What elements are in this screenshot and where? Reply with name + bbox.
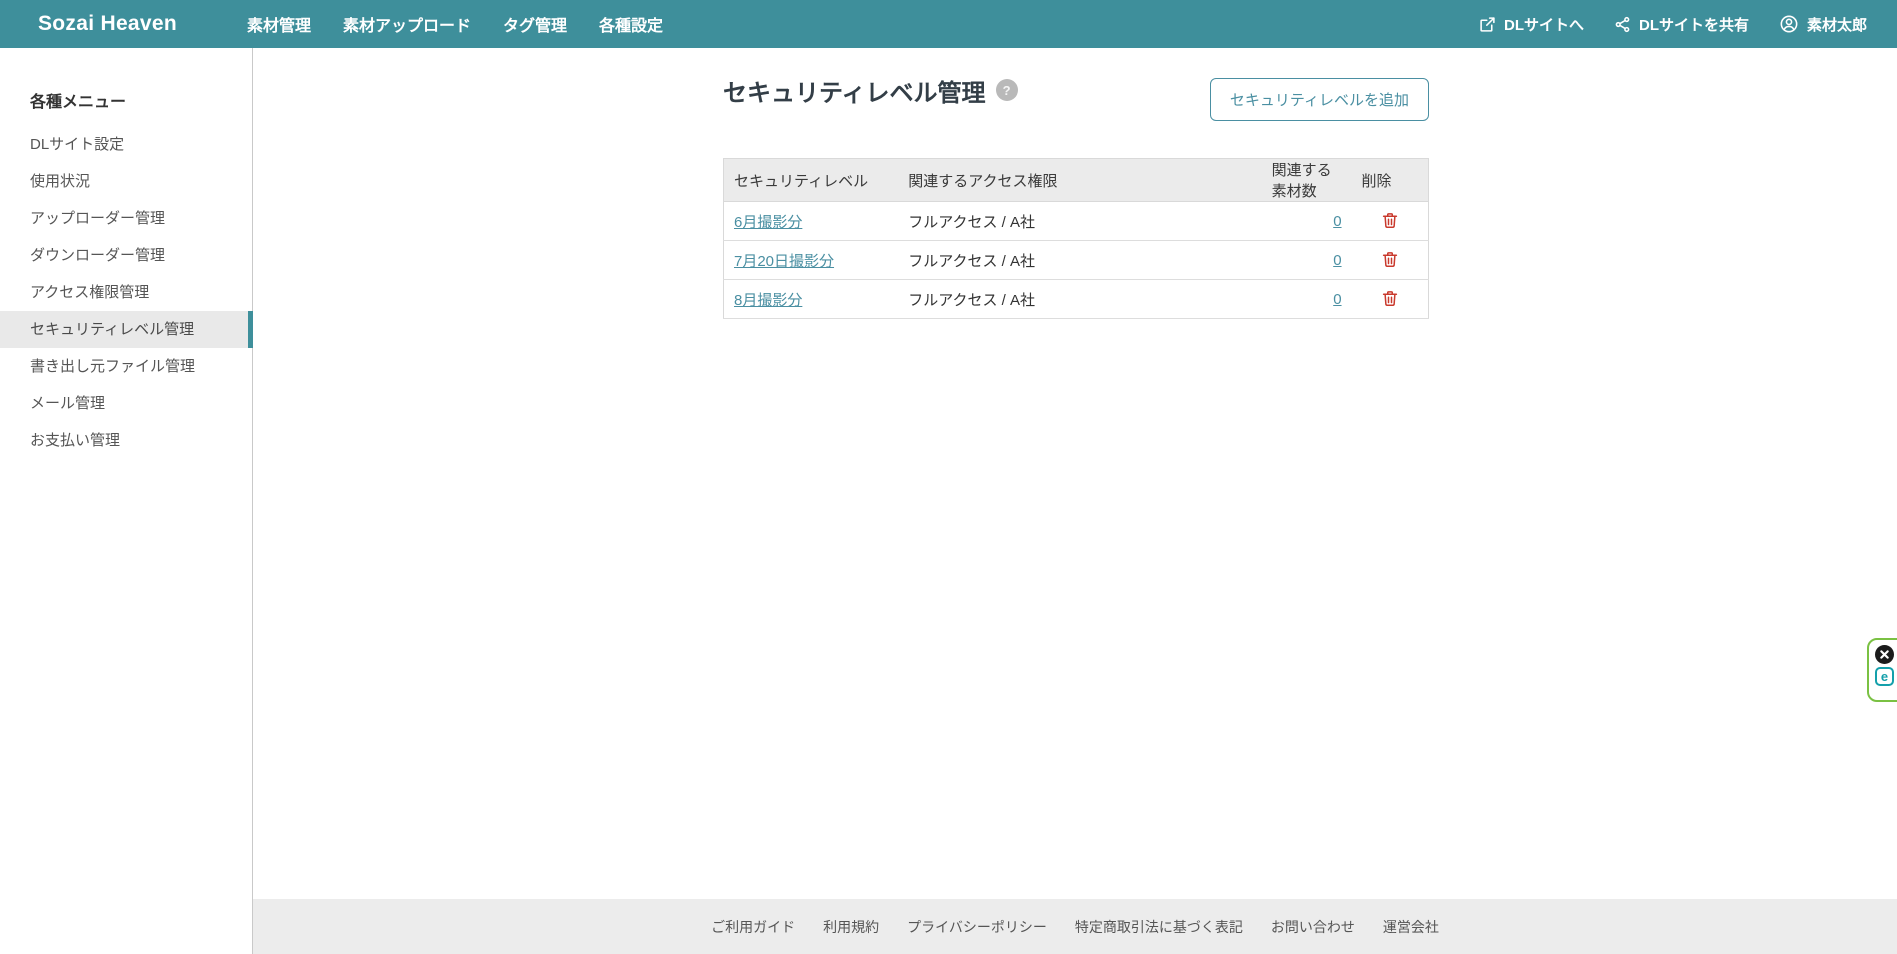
column-header-access-permission: 関連するアクセス権限 [898,158,1262,202]
trash-icon [1381,213,1399,232]
sidebar-item-usage-status[interactable]: 使用状況 [0,163,252,200]
security-level-link[interactable]: 7月20日撮影分 [734,253,834,270]
table-row: 8月撮影分 フルアクセス / A社 0 [723,279,1429,319]
footer-link-privacy-policy[interactable]: プライバシーポリシー [907,917,1047,937]
dl-site-share-label: DLサイトを共有 [1638,16,1749,34]
page-title: セキュリティレベル管理 [723,80,986,107]
dl-site-link-label: DLサイトへ [1503,16,1584,34]
security-level-link[interactable]: 8月撮影分 [734,292,802,309]
brand-logo[interactable]: Sozai Heaven [38,12,177,36]
page-layout: 各種メニュー DLサイト設定 使用状況 アップローダー管理 ダウンローダー管理 … [0,48,1897,954]
material-count-link[interactable]: 0 [1333,213,1341,230]
sidebar-item-security-level-management[interactable]: セキュリティレベル管理 [0,311,253,348]
nav-item-material-management[interactable]: 素材管理 [247,12,311,36]
table-row: 7月20日撮影分 フルアクセス / A社 0 [723,240,1429,280]
help-icon[interactable]: ? [995,79,1018,101]
nav-item-settings[interactable]: 各種設定 [599,12,663,36]
title-left: セキュリティレベル管理 ? [723,78,1018,109]
sidebar-title: 各種メニュー [30,94,127,111]
user-menu[interactable]: 素材太郎 [1779,14,1867,35]
user-name-label: 素材太郎 [1806,16,1867,34]
sidebar-item-export-source-file-management[interactable]: 書き出し元ファイル管理 [0,348,252,385]
close-icon[interactable] [1875,645,1894,664]
delete-button[interactable] [1379,287,1401,309]
table-header-row: セキュリティレベル 関連するアクセス権限 関連する素材数 削除 [723,158,1429,202]
nav-item-tag-management[interactable]: タグ管理 [503,12,567,36]
extension-badge-icon[interactable]: e [1875,667,1894,686]
add-security-level-button[interactable]: セキュリティレベルを追加 [1209,78,1429,121]
sidebar-item-access-permission-management[interactable]: アクセス権限管理 [0,274,252,311]
access-permission-cell: フルアクセス / A社 [898,201,1262,241]
external-link-icon [1479,16,1496,33]
delete-button[interactable] [1379,209,1401,231]
footer-link-user-guide[interactable]: ご利用ガイド [711,917,795,937]
sidebar-item-uploader-management[interactable]: アップローダー管理 [0,200,252,237]
security-level-link[interactable]: 6月撮影分 [734,214,802,231]
trash-icon [1381,291,1399,310]
table-row: 6月撮影分 フルアクセス / A社 0 [723,201,1429,241]
sidebar: 各種メニュー DLサイト設定 使用状況 アップローダー管理 ダウンローダー管理 … [0,48,253,954]
access-permission-cell: フルアクセス / A社 [898,240,1262,280]
footer-link-contact[interactable]: お問い合わせ [1271,917,1355,937]
share-icon [1614,16,1631,33]
dl-site-link[interactable]: DLサイトへ [1479,14,1584,35]
nav-item-material-upload[interactable]: 素材アップロード [343,12,471,36]
security-level-table: セキュリティレベル 関連するアクセス権限 関連する素材数 削除 6月撮影分 フル… [723,158,1429,319]
column-header-delete: 削除 [1351,158,1429,202]
delete-button[interactable] [1379,248,1401,270]
main-area: セキュリティレベル管理 ? セキュリティレベルを追加 セキュリティレベル 関連す… [253,48,1897,954]
footer-link-terms[interactable]: 利用規約 [823,917,879,937]
column-header-security-level: セキュリティレベル [723,158,899,202]
access-permission-cell: フルアクセス / A社 [898,279,1262,319]
title-row: セキュリティレベル管理 ? セキュリティレベルを追加 [723,78,1429,121]
content: セキュリティレベル管理 ? セキュリティレベルを追加 セキュリティレベル 関連す… [723,48,1429,319]
material-count-link[interactable]: 0 [1333,291,1341,308]
top-bar: Sozai Heaven 素材管理 素材アップロード タグ管理 各種設定 DLサ… [0,0,1897,48]
material-count-link[interactable]: 0 [1333,252,1341,269]
sidebar-item-dl-site-settings[interactable]: DLサイト設定 [0,126,252,163]
footer-link-commercial-transactions[interactable]: 特定商取引法に基づく表記 [1075,917,1243,937]
top-nav: 素材管理 素材アップロード タグ管理 各種設定 [247,12,663,36]
top-bar-right: DLサイトへ DLサイトを共有 素材太郎 [1479,14,1867,35]
footer: ご利用ガイド 利用規約 プライバシーポリシー 特定商取引法に基づく表記 お問い合… [253,899,1897,954]
footer-link-operating-company[interactable]: 運営会社 [1383,917,1439,937]
sidebar-item-mail-management[interactable]: メール管理 [0,385,252,422]
browser-extension-widget: e [1867,638,1897,702]
column-header-material-count: 関連する素材数 [1261,158,1352,202]
user-circle-icon [1779,14,1799,34]
sidebar-item-payment-management[interactable]: お支払い管理 [0,422,252,459]
sidebar-item-downloader-management[interactable]: ダウンローダー管理 [0,237,252,274]
trash-icon [1381,252,1399,271]
dl-site-share-button[interactable]: DLサイトを共有 [1614,14,1749,35]
